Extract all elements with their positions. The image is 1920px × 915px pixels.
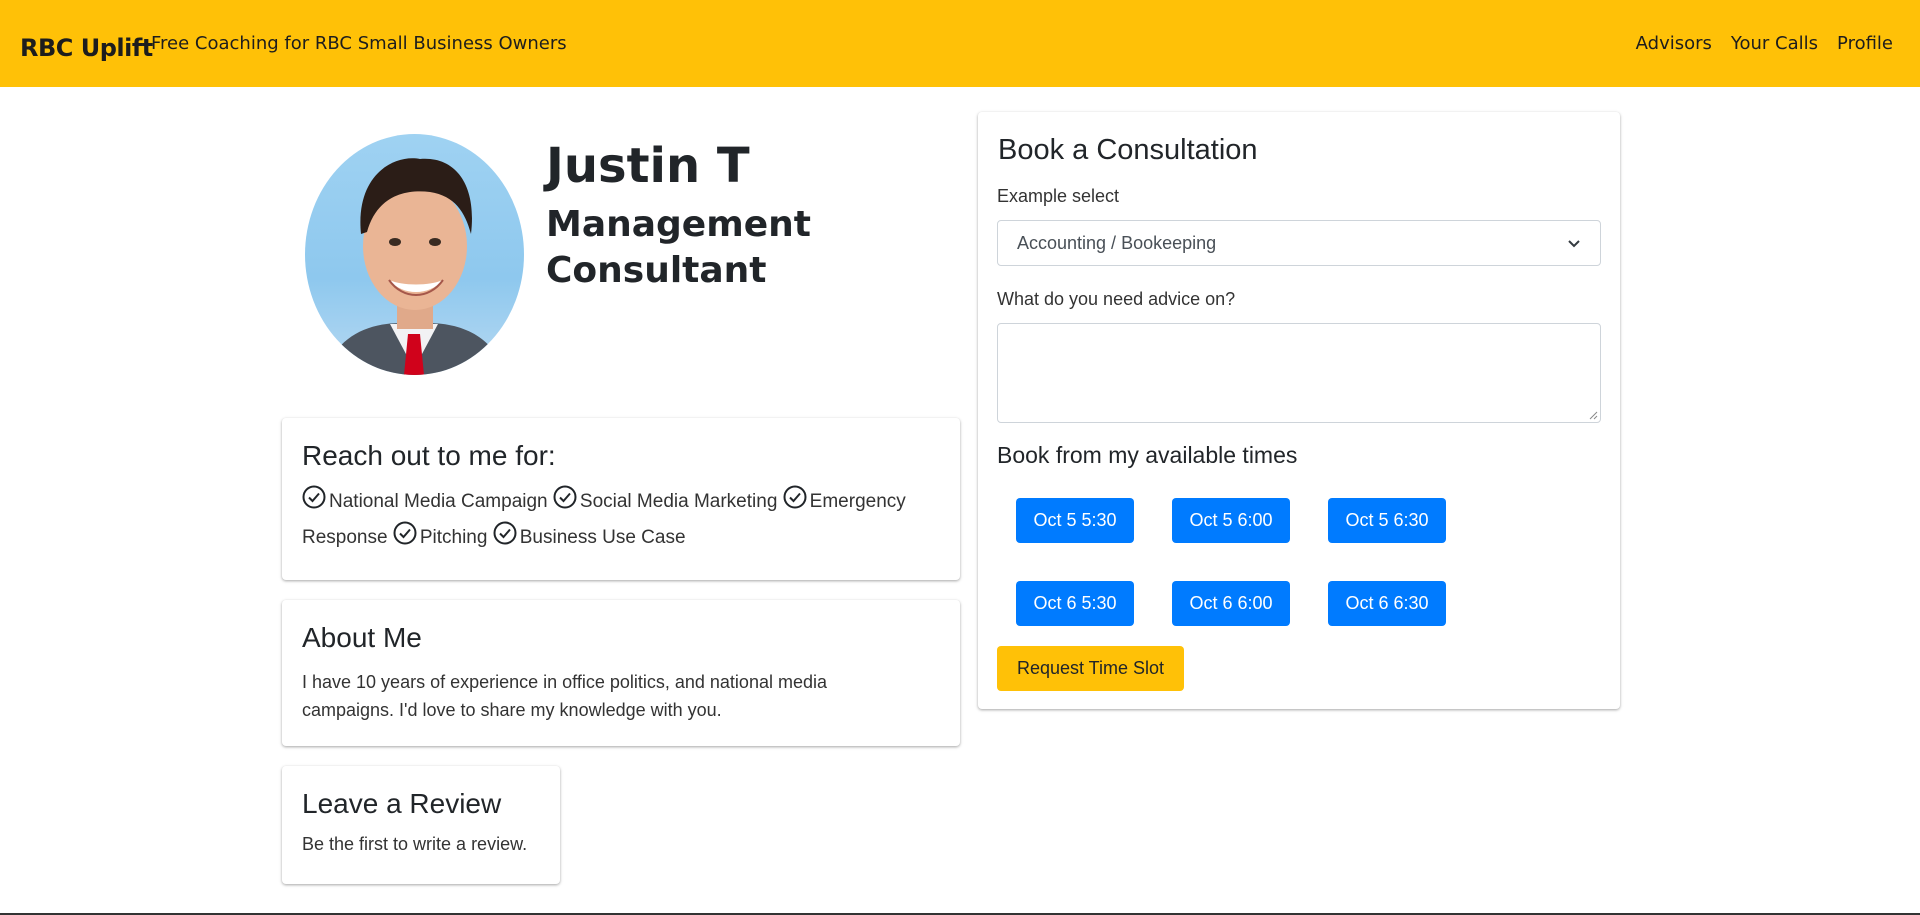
- expertise-tag: Business Use Case: [493, 521, 686, 548]
- about-me-heading: About Me: [302, 622, 422, 653]
- reach-out-heading: Reach out to me for:: [302, 440, 556, 471]
- time-slot-button[interactable]: Oct 5 6:30: [1328, 498, 1446, 543]
- time-slot-button[interactable]: Oct 5 6:00: [1172, 498, 1290, 543]
- check-circle-icon: [783, 485, 807, 509]
- expertise-tag-label: Social Media Marketing: [579, 491, 778, 512]
- time-slot-button[interactable]: Oct 6 5:30: [1016, 581, 1134, 626]
- expertise-tag-label: Pitching: [419, 527, 488, 548]
- time-slot-button[interactable]: Oct 5 5:30: [1016, 498, 1134, 543]
- booking-heading: Book a Consultation: [998, 134, 1258, 166]
- advice-textarea[interactable]: [997, 323, 1601, 423]
- nav-link-profile[interactable]: Profile: [1837, 33, 1893, 54]
- review-empty-text: Be the first to write a review.: [302, 834, 528, 854]
- nav-link-your-calls[interactable]: Your Calls: [1731, 33, 1818, 54]
- expertise-tag: National Media Campaign: [302, 485, 548, 512]
- about-me-card: About Me I have 10 years of experience i…: [282, 600, 960, 746]
- chevron-down-icon: [1568, 240, 1580, 248]
- booking-card: Book a Consultation Example select Accou…: [978, 112, 1620, 709]
- category-select-value: Accounting / Bookeeping: [1017, 232, 1217, 253]
- brand-logo[interactable]: RBC Uplift: [20, 34, 153, 62]
- advisor-avatar: [305, 134, 524, 375]
- check-circle-icon: [493, 521, 517, 545]
- expertise-tags: National Media Campaign Social Media Mar…: [302, 484, 940, 556]
- expertise-tag: Social Media Marketing: [553, 485, 778, 512]
- about-me-text: I have 10 years of experience in office …: [302, 672, 827, 720]
- advisor-name: Justin T: [546, 138, 750, 194]
- request-time-slot-button[interactable]: Request Time Slot: [997, 646, 1184, 691]
- leave-review-card[interactable]: Leave a Review Be the first to write a r…: [282, 766, 560, 884]
- nav-link-advisors[interactable]: Advisors: [1636, 33, 1712, 54]
- advisor-portrait-icon: [325, 158, 505, 375]
- check-circle-icon: [302, 485, 326, 509]
- time-slot-button[interactable]: Oct 6 6:30: [1328, 581, 1446, 626]
- check-circle-icon: [393, 521, 417, 545]
- category-select[interactable]: Accounting / Bookeeping: [997, 220, 1601, 266]
- expertise-tag: Pitching: [393, 521, 488, 548]
- advice-label: What do you need advice on?: [997, 289, 1236, 309]
- resize-handle-icon[interactable]: [1588, 410, 1598, 420]
- top-navbar: RBC Uplift Free Coaching for RBC Small B…: [0, 0, 1920, 87]
- reach-out-card: Reach out to me for: National Media Camp…: [282, 418, 960, 580]
- check-circle-icon: [553, 485, 577, 509]
- time-slot-button[interactable]: Oct 6 6:00: [1172, 581, 1290, 626]
- advisor-title: Management Consultant: [546, 204, 811, 291]
- expertise-tag-label: Business Use Case: [519, 527, 686, 548]
- leave-review-heading: Leave a Review: [302, 788, 502, 819]
- expertise-tag-label: National Media Campaign: [329, 491, 548, 512]
- available-times-heading: Book from my available times: [997, 442, 1298, 468]
- category-select-label: Example select: [997, 186, 1120, 206]
- navbar-tagline: Free Coaching for RBC Small Business Own…: [151, 33, 567, 54]
- nav-links: Advisors Your Calls Profile: [1636, 33, 1893, 54]
